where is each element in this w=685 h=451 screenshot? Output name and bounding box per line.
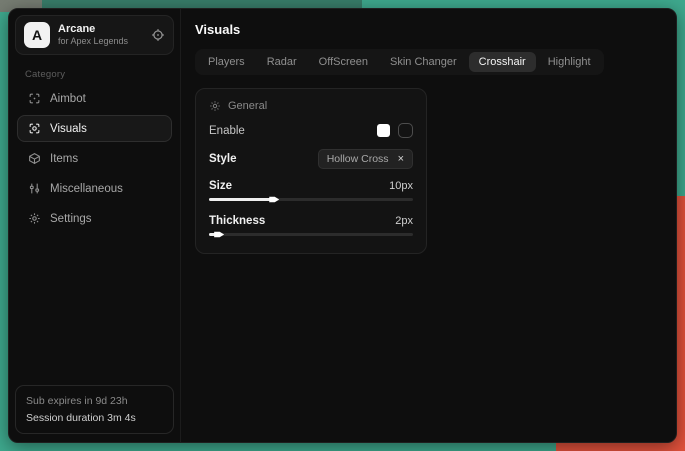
sidebar-item-label: Aimbot: [50, 93, 86, 105]
general-gear-icon: [209, 100, 221, 112]
tab-crosshair[interactable]: Crosshair: [469, 52, 536, 72]
app-brand-text: Arcane for Apex Legends: [58, 23, 143, 48]
sidebar-item-label: Settings: [50, 213, 92, 225]
sidebar-item-visuals[interactable]: Visuals: [17, 115, 172, 142]
size-value: 10px: [389, 180, 413, 192]
tab-radar[interactable]: Radar: [257, 52, 307, 72]
session-duration-text: Session duration 3m 4s: [26, 410, 163, 426]
tab-offscreen[interactable]: OffScreen: [309, 52, 378, 72]
tab-players[interactable]: Players: [198, 52, 255, 72]
thickness-slider[interactable]: [209, 233, 413, 236]
enable-controls: [377, 123, 413, 138]
aimbot-scan-icon: [28, 92, 41, 105]
main-panel: Visuals Players Radar OffScreen Skin Cha…: [181, 9, 676, 442]
size-slider-thumb[interactable]: [269, 195, 279, 205]
target-icon[interactable]: [151, 28, 165, 42]
sidebar-item-label: Visuals: [50, 123, 87, 135]
sidebar: A Arcane for Apex Legends Category: [9, 9, 181, 442]
sidebar-item-miscellaneous[interactable]: Miscellaneous: [17, 175, 172, 202]
enable-checkbox[interactable]: [398, 123, 413, 138]
style-value: Hollow Cross: [327, 153, 389, 165]
items-box-icon: [28, 152, 41, 165]
clear-style-icon[interactable]: ×: [398, 153, 404, 165]
app-subtitle: for Apex Legends: [58, 36, 143, 47]
sidebar-item-settings[interactable]: Settings: [17, 205, 172, 232]
enable-color-swatch[interactable]: [377, 124, 390, 137]
thickness-label: Thickness: [209, 215, 265, 227]
screen: A Arcane for Apex Legends Category: [0, 0, 685, 451]
size-slider-fill: [209, 198, 272, 201]
thickness-slider-thumb[interactable]: [214, 230, 224, 240]
enable-label: Enable: [209, 125, 245, 137]
sidebar-item-aimbot[interactable]: Aimbot: [17, 85, 172, 112]
app-logo: A: [24, 22, 50, 48]
sidebar-item-label: Items: [50, 153, 78, 165]
tab-skin-changer[interactable]: Skin Changer: [380, 52, 467, 72]
size-label: Size: [209, 180, 232, 192]
general-settings-card: General Enable Style Hollow Cross ×: [195, 88, 427, 254]
style-label: Style: [209, 153, 237, 165]
sidebar-item-items[interactable]: Items: [17, 145, 172, 172]
subscription-info-box: Sub expires in 9d 23h Session duration 3…: [15, 385, 174, 434]
visuals-eye-icon: [28, 122, 41, 135]
size-slider[interactable]: [209, 198, 413, 201]
thickness-row: Thickness 2px: [209, 215, 413, 227]
style-row: Style Hollow Cross ×: [209, 149, 413, 169]
card-title: General: [228, 100, 267, 112]
misc-sliders-icon: [28, 182, 41, 195]
app-window: A Arcane for Apex Legends Category: [8, 8, 677, 443]
thickness-value: 2px: [395, 215, 413, 227]
page-title: Visuals: [195, 22, 662, 37]
sub-expires-text: Sub expires in 9d 23h: [26, 393, 163, 409]
size-row: Size 10px: [209, 180, 413, 192]
card-header: General: [209, 100, 413, 112]
style-select[interactable]: Hollow Cross ×: [318, 149, 413, 169]
sidebar-item-label: Miscellaneous: [50, 183, 123, 195]
app-brand-card: A Arcane for Apex Legends: [15, 15, 174, 55]
settings-gear-icon: [28, 212, 41, 225]
tab-bar: Players Radar OffScreen Skin Changer Cro…: [195, 49, 604, 75]
tab-highlight[interactable]: Highlight: [538, 52, 601, 72]
app-title: Arcane: [58, 23, 143, 37]
category-label: Category: [25, 69, 164, 80]
enable-row: Enable: [209, 123, 413, 138]
